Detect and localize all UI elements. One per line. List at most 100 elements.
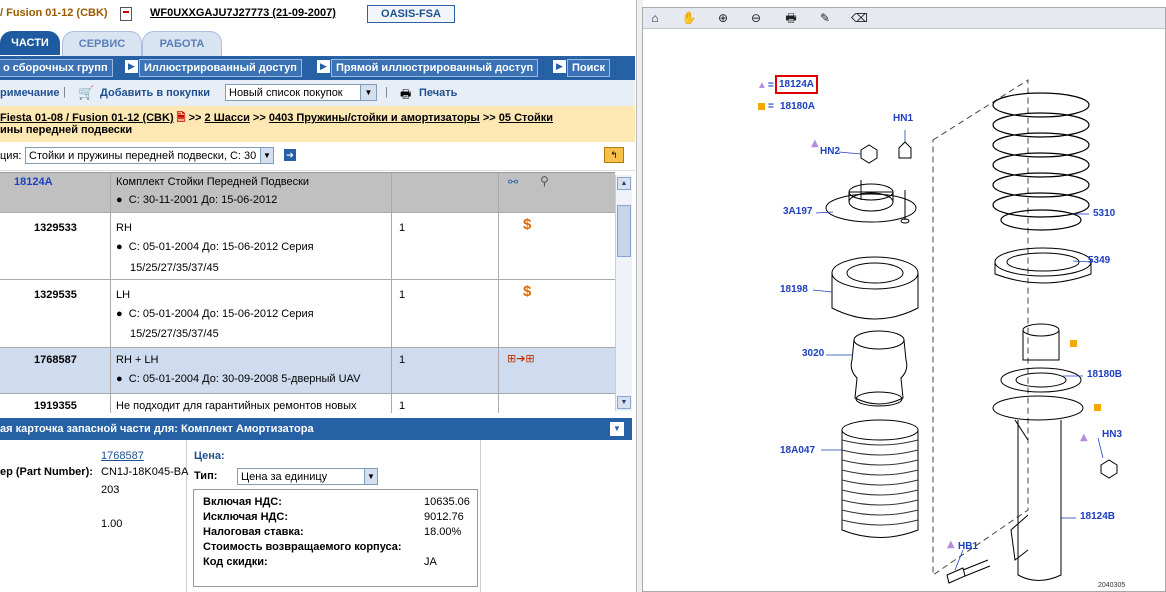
tax-value: 18.00% [424,526,462,538]
label-18180B[interactable]: 18180B [1087,369,1122,380]
arrow-right-icon[interactable]: ▶ [553,60,566,73]
part-qty: 1 [399,354,406,366]
illustration-select-value: Стойки и пружины передней подвески, С: 3… [29,150,257,162]
direct-illustrated-button[interactable]: Прямой иллюстрированный доступ [331,59,539,77]
tab-service[interactable]: СЕРВИС [62,31,142,56]
tab-work[interactable]: РАБОТА [142,31,222,56]
part-description: Не подходит для гарантийных ремонтов нов… [116,400,357,412]
tax-label: Налоговая ставка: [203,526,304,538]
validity-text: С: 05-01-2004 До: 30-09-2008 5-дверный U… [128,373,361,385]
label-3020[interactable]: 3020 [802,348,824,359]
label-HN2[interactable]: HN2 [820,146,840,157]
part-number[interactable]: 1329533 [34,222,77,234]
crumb-separator: >> [188,112,202,124]
crumb-struts[interactable]: 05 Стойки [499,112,553,124]
price-type-select[interactable]: Цена за единицу ▼ [237,468,378,485]
groups-button[interactable]: о сборочных групп [0,59,113,77]
part-number[interactable]: 18124A [14,176,53,188]
vin-link[interactable]: WF0UXXGAJU7J27773 (21-09-2007) [150,7,336,19]
label-18A047[interactable]: 18A047 [780,445,815,456]
incl-vat-value: 10635.06 [424,496,470,508]
svg-text:▲: ▲ [947,539,955,550]
crumb-separator: >> [252,112,266,124]
pencil-icon[interactable]: ✎ [817,10,833,26]
zoom-out-icon[interactable]: ⊖ [748,10,764,26]
add-to-cart-button[interactable]: Добавить в покупки [100,87,210,99]
part-series: 15/25/27/35/37/45 [130,262,219,274]
search-icon[interactable]: ⚲ [540,174,549,188]
chevron-down-icon[interactable]: ▼ [260,148,273,163]
part-description: LH [116,289,131,301]
part-number[interactable]: 1919355 [34,400,77,412]
price-icon[interactable]: $ [523,283,531,300]
go-arrow-icon[interactable]: ➔ [284,149,296,161]
cart-icon[interactable]: 🛒 [78,85,94,101]
crumb-model[interactable]: Fiesta 01-08 / Fusion 01-12 (CBK) [0,112,174,124]
print-button[interactable]: Печать [419,87,457,99]
supersede-icon[interactable]: ⊞➔⊞ [507,352,535,365]
label-5349[interactable]: 5349 [1088,255,1110,266]
link-icon[interactable]: ⚯ [508,175,518,189]
diagram-reference: 2040305 [1098,582,1126,589]
arrow-right-icon[interactable]: ▶ [317,60,330,73]
scroll-up-icon[interactable]: ▲ [617,177,631,190]
arrow-right-icon[interactable]: ▶ [125,60,138,73]
label-18124B[interactable]: 18124B [1080,511,1115,522]
illustration-select[interactable]: Стойки и пружины передней подвески, С: 3… [25,147,274,164]
breadcrumb: Fiesta 01-08 / Fusion 01-12 (CBK) 🗎 >> 2… [0,106,635,142]
part-qty: 1 [399,400,406,412]
crumb-chassis[interactable]: 2 Шасси [205,112,250,124]
price-type-value: Цена за единицу [241,471,328,483]
document-icon[interactable] [120,7,132,21]
part-validity: ● С: 30-11-2001 До: 15-06-2012 [116,194,278,206]
part-code-2: 203 [101,484,120,496]
print-icon[interactable]: 🖶 [783,10,799,26]
label-3A197[interactable]: 3A197 [783,206,812,217]
table-scrollbar[interactable]: ▲ ▼ [615,175,632,411]
price-label: Цена: [194,450,225,462]
label-18198[interactable]: 18198 [780,284,808,295]
separator: | [385,86,388,98]
svg-text:▲: ▲ [1080,432,1088,443]
label-HN3[interactable]: HN3 [1102,429,1122,440]
part-number[interactable]: 1768587 [34,354,77,366]
divider [480,440,481,592]
search-button[interactable]: Поиск [567,59,611,77]
table-row[interactable]: 1329533 RH ● С: 05-01-2004 До: 15-06-201… [0,213,615,280]
tab-parts[interactable]: ЧАСТИ [0,31,60,55]
part-qty: 1 [399,289,406,301]
breadcrumb-line2: ины передней подвески [0,124,133,136]
part-number-link[interactable]: 1768587 [101,450,144,462]
part-number[interactable]: 1329535 [34,289,77,301]
home-icon[interactable]: ⌂ [647,10,663,26]
oasis-button[interactable]: OASIS-FSA [367,5,455,23]
table-row[interactable]: 18124A Комплект Стойки Передней Подвески… [0,173,615,213]
separator: | [63,86,66,98]
note-button[interactable]: римечание [0,87,60,99]
printer-icon[interactable]: 🖶 [400,85,411,106]
shopping-list-select[interactable]: Новый список покупок ▼ [225,84,377,101]
part-validity: ● С: 05-01-2004 До: 15-06-2012 Серия [116,308,314,320]
eraser-icon[interactable]: ⌫ [851,10,868,26]
table-row[interactable]: 1919355 Не подходит для гарантийных ремо… [0,394,615,413]
label-HN1[interactable]: HN1 [893,113,913,124]
hand-icon[interactable]: ✋ [681,10,697,26]
excl-vat-label: Исключая НДС: [203,511,288,523]
folder-up-icon[interactable]: ↰ [604,147,624,163]
document-icon[interactable]: 🗎 [177,112,186,124]
part-validity: ● С: 05-01-2004 До: 15-06-2012 Серия [116,241,314,253]
illustrated-access-button[interactable]: Иллюстрированный доступ [139,59,302,77]
validity-text: С: 05-01-2004 До: 15-06-2012 Серия [128,241,314,253]
table-row[interactable]: 1768587 RH + LH ● С: 05-01-2004 До: 30-0… [0,348,615,394]
zoom-in-icon[interactable]: ⊕ [715,10,731,26]
label-HB1[interactable]: HB1 [958,541,978,552]
crumb-springs[interactable]: 0403 Пружины/стойки и амортизаторы [269,112,480,124]
scroll-down-icon[interactable]: ▼ [617,396,631,409]
price-icon[interactable]: $ [523,216,531,233]
chevron-down-icon[interactable]: ▼ [360,85,376,100]
label-5310[interactable]: 5310 [1093,208,1115,219]
table-row[interactable]: 1329535 LH ● С: 05-01-2004 До: 15-06-201… [0,280,615,348]
chevron-down-icon[interactable]: ▼ [364,469,377,484]
scroll-thumb[interactable] [617,205,631,257]
collapse-icon[interactable]: ▼ [610,422,624,436]
